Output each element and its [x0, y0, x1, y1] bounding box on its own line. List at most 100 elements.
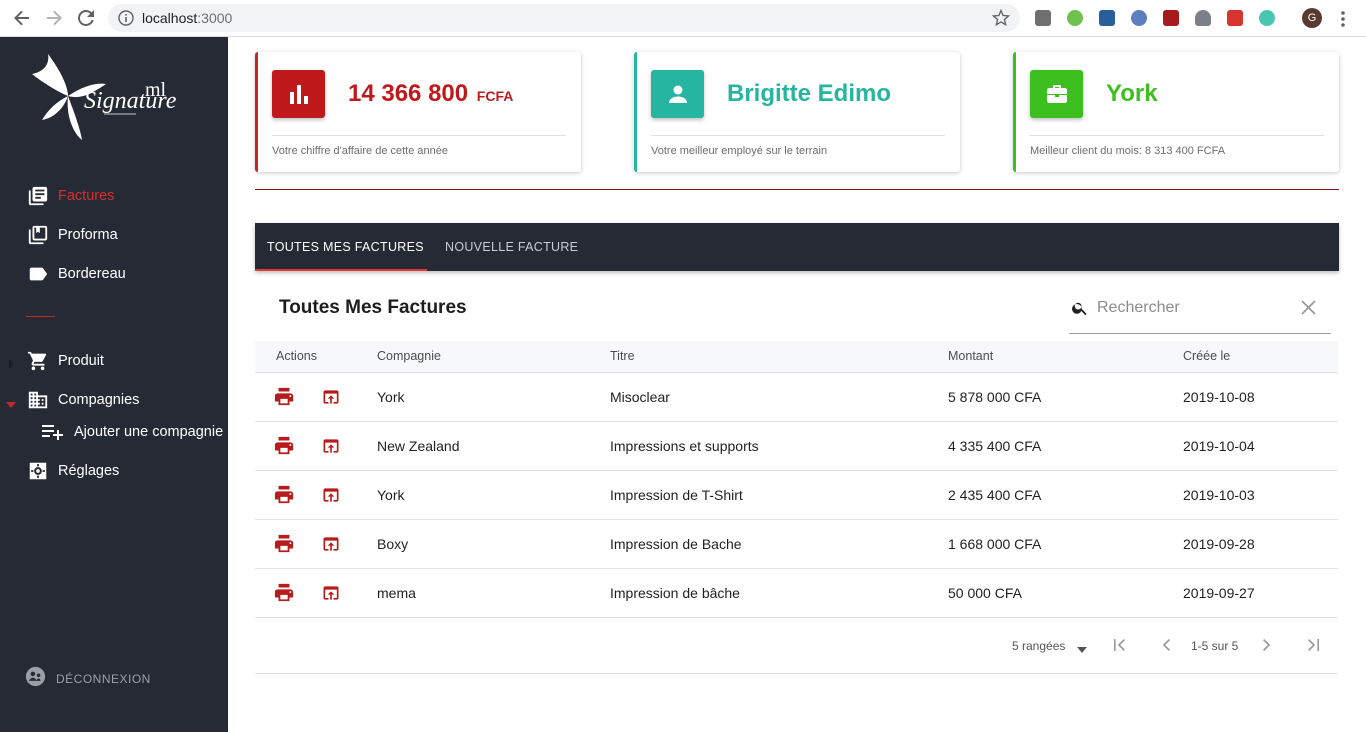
playlist-add-icon — [42, 423, 64, 441]
account-circle-icon — [25, 666, 46, 692]
cell-created: 2019-09-27 — [1183, 585, 1255, 601]
header-company[interactable]: Compagnie — [377, 349, 441, 363]
header-created[interactable]: Créée le — [1183, 349, 1230, 363]
profile-initial: G — [1307, 12, 1317, 24]
table-row[interactable]: New Zealand Impressions et supports 4 335 … — [255, 422, 1338, 471]
card-divider — [272, 135, 566, 136]
svg-text:ml: ml — [145, 79, 167, 101]
best-client-name: York — [1106, 80, 1158, 107]
brand-logo[interactable]: Signature ml — [28, 52, 178, 144]
cell-title: Impressions et supports — [610, 438, 759, 454]
revenue-amount: 14 366 800 — [348, 80, 469, 107]
header-title[interactable]: Titre — [610, 349, 635, 363]
cell-title: Impression de T-Shirt — [610, 487, 743, 503]
last-page-icon[interactable] — [1304, 636, 1322, 654]
open-in-new-icon[interactable] — [321, 583, 343, 603]
print-icon[interactable] — [273, 485, 295, 505]
extension-pdf-icon[interactable] — [1163, 10, 1179, 26]
best-employee-card: Brigitte Edimo Votre meilleur employé su… — [634, 52, 960, 172]
sidebar-item-reglages[interactable]: Réglages — [0, 456, 228, 486]
table-row[interactable]: mema Impression de bâche 50 000 CFA 2019-09… — [255, 569, 1338, 618]
extension-grid-icon[interactable] — [1227, 10, 1243, 26]
card-accent-bar — [634, 52, 637, 172]
open-in-new-icon[interactable] — [321, 436, 343, 456]
table-row[interactable]: York Impression de T-Shirt 2 435 400 CFA 20… — [255, 471, 1338, 520]
business-icon — [27, 389, 49, 411]
rows-per-page-select[interactable]: 5 rangées — [1012, 639, 1065, 653]
cell-created: 2019-10-04 — [1183, 438, 1255, 454]
extension-shield-icon[interactable] — [1195, 10, 1211, 26]
table-header-row: Actions Compagnie Titre Montant Créée le — [255, 341, 1338, 373]
table-row[interactable]: York Misoclear 5 878 000 CFA 2019-10-08 — [255, 373, 1338, 422]
browser-toolbar: localhost:3000 G — [0, 0, 1366, 37]
reload-icon[interactable] — [76, 8, 96, 28]
sidebar-item-label: Réglages — [58, 463, 120, 479]
table-title: Toutes Mes Factures — [279, 297, 467, 318]
sidebar-subitem-label: Ajouter une compagnie — [74, 424, 224, 440]
forward-arrow-icon[interactable] — [44, 8, 64, 28]
extension-target-icon[interactable] — [1259, 10, 1275, 26]
tab-bar: TOUTES MES FACTURES NOUVELLE FACTURE — [255, 223, 1339, 271]
header-amount[interactable]: Montant — [948, 349, 993, 363]
clear-search-icon[interactable] — [1301, 300, 1316, 315]
dropdown-arrow-icon[interactable] — [1076, 641, 1088, 653]
logout-button[interactable]: DÉCONNEXION — [25, 666, 151, 692]
extension-bag-icon[interactable] — [1035, 10, 1051, 26]
tab-toutes-mes-factures[interactable]: TOUTES MES FACTURES — [267, 223, 424, 271]
print-icon[interactable] — [273, 387, 295, 407]
back-arrow-icon[interactable] — [12, 8, 32, 28]
tab-indicator — [255, 269, 427, 271]
best-client-card: York Meilleur client du mois: 8 313 400 … — [1013, 52, 1339, 172]
cell-amount: 4 335 400 CFA — [948, 438, 1042, 454]
label-icon — [27, 263, 49, 285]
caret-down-icon[interactable] — [6, 396, 16, 408]
pagination: 5 rangées 1-5 sur 5 — [255, 622, 1338, 674]
sidebar-item-label: Produit — [58, 353, 104, 369]
cell-amount: 5 878 000 CFA — [948, 389, 1042, 405]
search-field[interactable] — [1069, 290, 1331, 334]
bookmark-star-icon[interactable] — [991, 8, 1011, 27]
url-host: localhost — [142, 10, 198, 26]
next-page-icon[interactable] — [1257, 636, 1275, 654]
open-in-new-icon[interactable] — [321, 387, 343, 407]
card-divider — [651, 135, 945, 136]
tab-nouvelle-facture[interactable]: NOUVELLE FACTURE — [445, 223, 578, 271]
extension-compass-icon[interactable] — [1131, 10, 1147, 26]
cell-title: Impression de Bache — [610, 536, 742, 552]
sidebar-item-compagnies[interactable]: Compagnies — [0, 385, 228, 415]
sidebar-item-label: Compagnies — [58, 392, 140, 408]
first-page-icon[interactable] — [1111, 636, 1129, 654]
sidebar-item-produit[interactable]: Produit — [0, 346, 228, 376]
info-icon[interactable] — [118, 10, 134, 26]
bar-chart-icon — [272, 70, 325, 118]
library-books-icon — [27, 224, 49, 246]
sidebar-item-bordereau[interactable]: Bordereau — [0, 259, 228, 289]
extension-save-icon[interactable] — [1099, 10, 1115, 26]
print-icon[interactable] — [273, 436, 295, 456]
extension-node-icon[interactable] — [1067, 10, 1083, 26]
card-divider — [1030, 135, 1324, 136]
table-row[interactable]: Boxy Impression de Bache 1 668 000 CFA 2019… — [255, 520, 1338, 569]
caret-right-icon[interactable] — [7, 356, 15, 369]
briefcase-icon — [1030, 70, 1083, 118]
open-in-new-icon[interactable] — [321, 485, 343, 505]
sidebar-item-factures[interactable]: Factures — [0, 181, 228, 211]
search-input[interactable] — [1097, 296, 1297, 320]
sidebar-item-proforma[interactable]: Proforma — [0, 220, 228, 250]
address-bar[interactable]: localhost:3000 — [108, 4, 1020, 32]
profile-avatar[interactable]: G — [1302, 8, 1322, 28]
sidebar-item-label: Bordereau — [58, 266, 126, 282]
browser-menu-icon[interactable] — [1336, 10, 1350, 28]
sidebar: Signature ml Factures Proforma Bordereau… — [0, 37, 228, 732]
print-icon[interactable] — [273, 583, 295, 603]
open-in-new-icon[interactable] — [321, 534, 343, 554]
cell-company: mema — [377, 585, 416, 601]
revenue-card: 14 366 800 FCFA Votre chiffre d'affaire … — [255, 52, 581, 172]
sidebar-subitem-ajouter-compagnie[interactable]: Ajouter une compagnie — [42, 419, 232, 445]
previous-page-icon[interactable] — [1158, 636, 1176, 654]
cell-title: Impression de bâche — [610, 585, 740, 601]
cell-title: Misoclear — [610, 389, 670, 405]
card-accent-bar — [1013, 52, 1016, 172]
cell-created: 2019-10-03 — [1183, 487, 1255, 503]
print-icon[interactable] — [273, 534, 295, 554]
